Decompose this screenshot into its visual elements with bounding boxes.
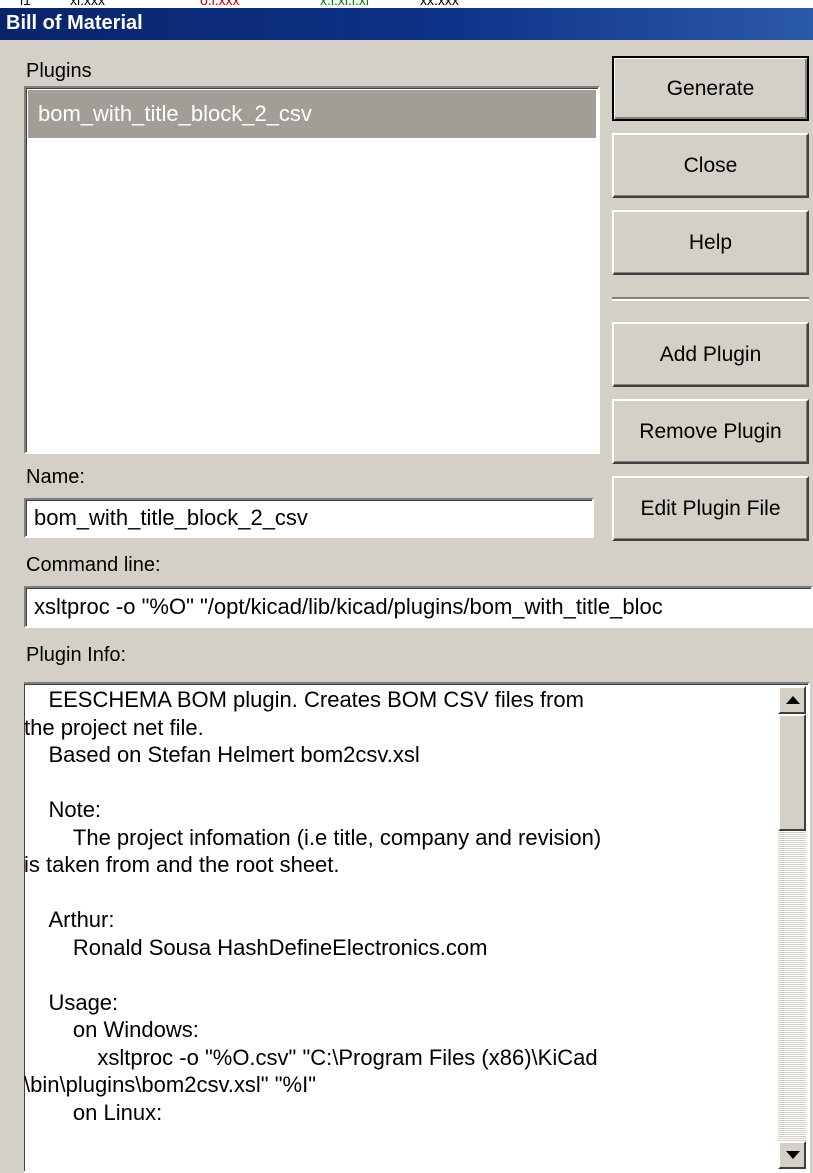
plugins-list[interactable]: bom_with_title_block_2_csv [24, 86, 600, 454]
scroll-up-button[interactable] [778, 686, 806, 714]
command-line-value: xsltproc -o "%O" "/opt/kicad/lib/kicad/p… [34, 594, 663, 619]
close-button[interactable]: Close [612, 133, 809, 198]
generate-button[interactable]: Generate [612, 56, 809, 121]
title-bar: Bill of Material [0, 8, 813, 40]
plugin-info-textarea[interactable]: EESCHEMA BOM plugin. Creates BOM CSV fil… [24, 682, 810, 1173]
plugin-info-scrollbar[interactable] [778, 686, 806, 1169]
plugin-info-text: EESCHEMA BOM plugin. Creates BOM CSV fil… [24, 687, 602, 1125]
remove-plugin-button[interactable]: Remove Plugin [612, 399, 809, 464]
scroll-down-button[interactable] [778, 1141, 806, 1169]
name-field[interactable]: bom_with_title_block_2_csv [24, 498, 594, 538]
window-title: Bill of Material [6, 12, 143, 34]
name-field-value: bom_with_title_block_2_csv [34, 505, 308, 530]
button-separator [612, 297, 809, 301]
help-button[interactable]: Help [612, 210, 809, 275]
plugin-list-item-selected[interactable]: bom_with_title_block_2_csv [28, 90, 596, 138]
command-line-label: Command line: [26, 554, 161, 576]
add-plugin-button[interactable]: Add Plugin [612, 322, 809, 387]
edit-plugin-file-button[interactable]: Edit Plugin File [612, 476, 809, 541]
plugin-info-label: Plugin Info: [26, 644, 127, 666]
arrow-up-icon [786, 696, 800, 704]
command-line-field[interactable]: xsltproc -o "%O" "/opt/kicad/lib/kicad/p… [24, 586, 813, 628]
plugins-label: Plugins [26, 60, 92, 82]
name-label: Name: [26, 466, 85, 488]
arrow-down-icon [786, 1151, 800, 1159]
scroll-thumb[interactable] [778, 714, 806, 831]
